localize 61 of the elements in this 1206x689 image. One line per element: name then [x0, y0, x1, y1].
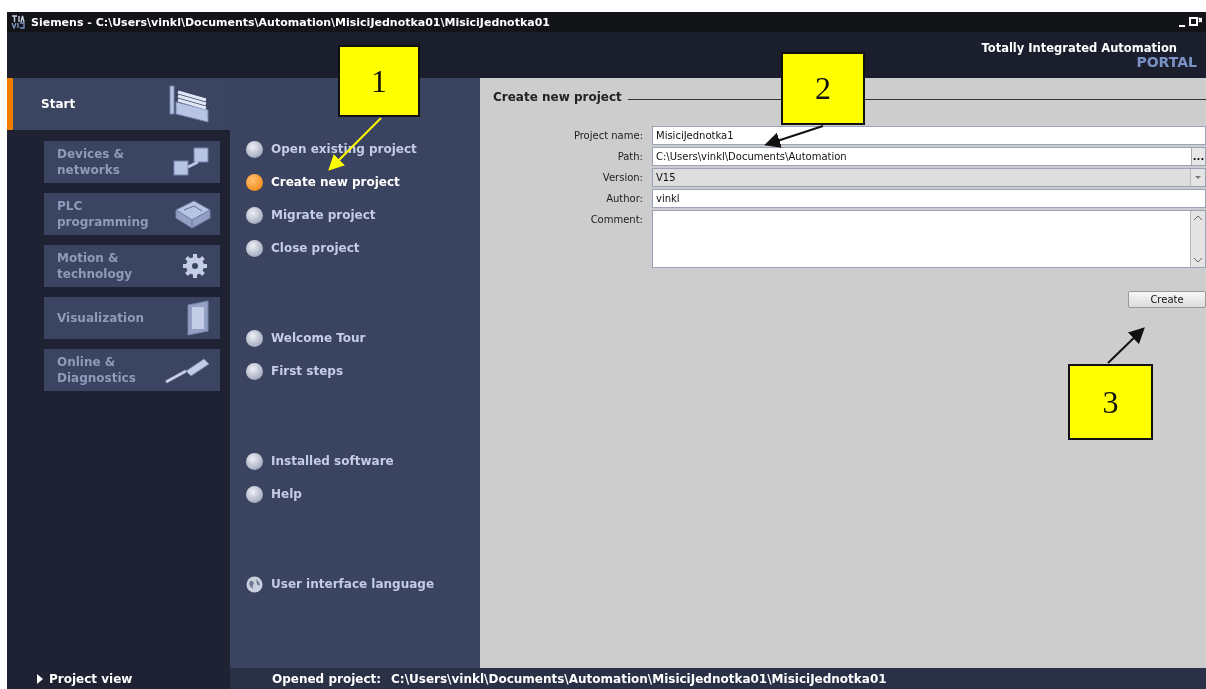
scrollbar-icon [1190, 211, 1205, 267]
nav-label: Online & Diagnostics [57, 354, 136, 386]
circuit-block-icon [174, 198, 212, 230]
path-field[interactable]: C:\Users\vinkl\Documents\Automation ... [652, 147, 1206, 166]
nav-item[interactable]: Devices & networks [44, 141, 220, 183]
nav-label: PLC programming [57, 198, 149, 230]
window-controls-icon [1178, 16, 1202, 28]
text-input[interactable]: vinkl [653, 193, 1205, 204]
bullet-icon [246, 485, 263, 503]
start-nav-item[interactable]: Start [7, 78, 230, 130]
text-field[interactable]: MisiciJednotka1 [652, 126, 1206, 145]
project-view-link[interactable]: Project view [7, 671, 230, 686]
bullet-icon [246, 173, 263, 191]
field-label: Comment: [589, 213, 643, 227]
globe-icon [246, 575, 263, 593]
nav-label: Devices & networks [57, 146, 125, 178]
triangle-icon [37, 673, 43, 684]
callout-label: 1 [338, 45, 420, 117]
bullet-icon [246, 206, 263, 224]
action-link[interactable]: User interface language [246, 575, 480, 593]
product-name: PORTAL [1136, 55, 1197, 69]
text-input[interactable]: MisiciJednotka1 [653, 130, 1205, 141]
caret-icon [1190, 169, 1205, 186]
bullet-icon [246, 362, 263, 380]
nav-label: Visualization [57, 310, 144, 326]
action-link[interactable]: Welcome Tour [246, 329, 480, 347]
field-label: Project name: [572, 129, 643, 143]
action-link[interactable]: Help [246, 485, 480, 503]
callout-arrow [764, 125, 824, 148]
bullet-icon [246, 239, 263, 257]
version-dropdown[interactable]: V15 [652, 168, 1206, 187]
version-dropdown[interactable]: V15 [653, 172, 1190, 183]
comment-field[interactable] [652, 210, 1206, 268]
create-button[interactable]: Create [1128, 291, 1206, 308]
status-label: Opened project: [272, 671, 382, 686]
callout-arrow [1107, 327, 1145, 364]
text-field[interactable]: vinkl [652, 189, 1206, 208]
field-label: Version: [601, 171, 643, 185]
app-logo-icon [11, 15, 25, 29]
action-link[interactable]: Close project [246, 239, 480, 257]
nav-label: Motion & technology [57, 250, 133, 282]
callout-label: 2 [781, 52, 865, 125]
window-title: Siemens - C:\Users\vinkl\Documents\Automation\MisiciJednotka01\MisiciJednotka01 [31, 15, 551, 29]
bullet-icon [246, 140, 263, 158]
screen-panel-icon [184, 299, 212, 337]
action-link[interactable]: Installed software [246, 452, 480, 470]
browse-button[interactable]: ... [1191, 148, 1205, 165]
callout-label: 3 [1068, 364, 1153, 440]
status-path: C:\Users\vinkl\Documents\Automation\MisiciJednotka01\MisiciJednotka01 [391, 671, 887, 686]
bullet-icon [246, 452, 263, 470]
path-input[interactable]: C:\Users\vinkl\Documents\Automation [653, 151, 1191, 162]
brand-title: Totally Integrated Automation [981, 41, 1177, 55]
bullet-icon [246, 329, 263, 347]
connected-cubes-icon [172, 145, 212, 179]
field-label: Path: [616, 150, 643, 164]
nav-label: Start [41, 97, 76, 111]
action-link[interactable]: Create new project [246, 173, 480, 191]
section-title: Create new project [493, 90, 622, 104]
action-link[interactable]: First steps [246, 362, 480, 380]
field-label: Author: [605, 192, 643, 206]
action-link[interactable]: Migrate project [246, 206, 480, 224]
